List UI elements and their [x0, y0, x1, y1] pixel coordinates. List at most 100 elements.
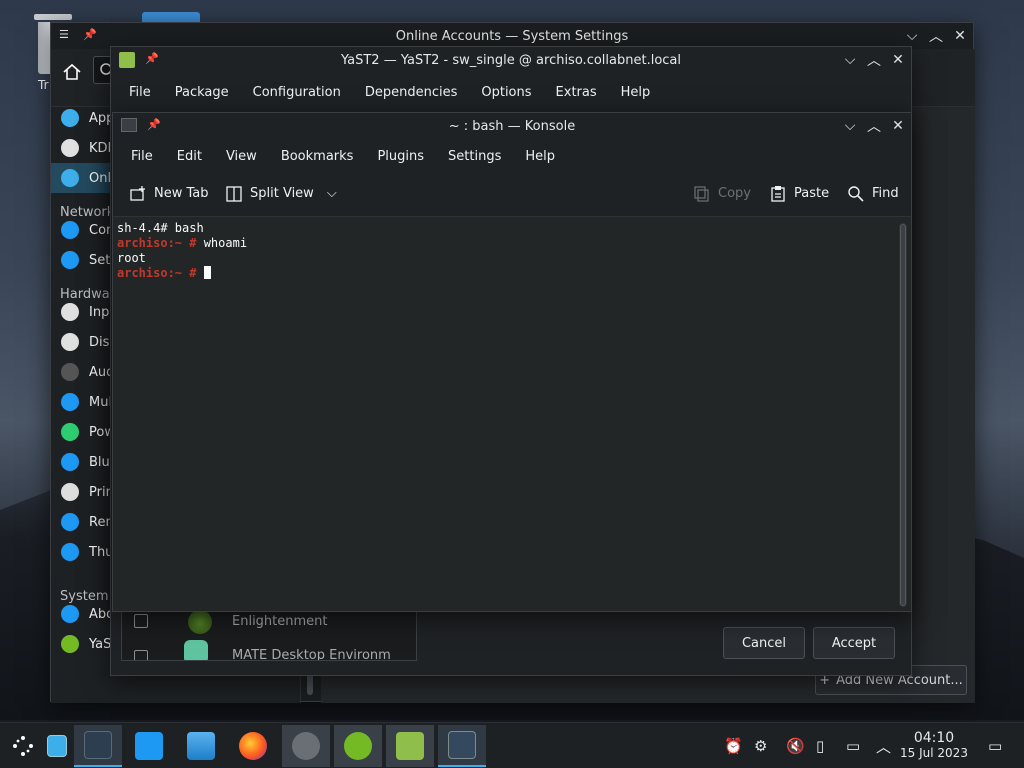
sidebar-section-header: Network: [60, 205, 115, 220]
pattern-checkbox[interactable]: [134, 614, 148, 628]
pin-icon[interactable]: 📌: [147, 118, 161, 132]
pattern-checkbox[interactable]: [134, 650, 148, 660]
new-tab-button[interactable]: New Tab: [129, 180, 209, 208]
menu-item[interactable]: Bookmarks: [269, 149, 366, 164]
copy-label: Copy: [718, 186, 751, 201]
task-yast-tool[interactable]: [282, 725, 330, 767]
terminal-line: sh-4.4# bash: [117, 221, 907, 236]
task-system-settings[interactable]: [74, 725, 122, 767]
cancel-button[interactable]: Cancel: [723, 627, 805, 659]
terminal-prompt: archiso:~ #: [117, 266, 197, 280]
maximize-button[interactable]: ︿: [867, 116, 881, 136]
yast-menubar: File Package Configuration Dependencies Opti…: [111, 77, 662, 107]
clock[interactable]: 04:10 15 Jul 2023: [896, 730, 972, 760]
display-icon[interactable]: ▭: [846, 735, 860, 757]
pin-icon[interactable]: 📌: [145, 52, 159, 66]
menu-item[interactable]: View: [214, 149, 269, 164]
new-tab-label: New Tab: [154, 186, 209, 201]
terminal-area[interactable]: sh-4.4# bash archiso:~ # whoami root archis…: [113, 217, 911, 611]
settings-title: Online Accounts — System Settings: [395, 28, 629, 44]
task-firefox[interactable]: [232, 725, 274, 767]
paste-button[interactable]: Paste: [769, 180, 829, 208]
minimize-button[interactable]: ⌵: [905, 28, 919, 44]
apps-icon: [61, 109, 79, 127]
thunderbolt-icon: [61, 543, 79, 561]
usb-icon[interactable]: ▯: [816, 735, 824, 757]
menu-item[interactable]: Extras: [544, 85, 609, 100]
task-dolphin[interactable]: [180, 725, 222, 767]
chevron-down-icon[interactable]: ⌵: [327, 186, 337, 201]
pattern-label: MATE Desktop Environm: [232, 648, 391, 661]
menu-item[interactable]: Dependencies: [353, 85, 470, 100]
mate-icon: [184, 640, 208, 660]
split-view-label: Split View: [250, 186, 314, 201]
close-button[interactable]: ✕: [953, 28, 967, 44]
task-konsole[interactable]: [438, 725, 486, 767]
sidebar-item-label: YaS: [89, 636, 112, 652]
multimedia-icon: [61, 393, 79, 411]
copy-button[interactable]: Copy: [693, 180, 751, 208]
task-yast-software[interactable]: [386, 725, 434, 767]
yast-titlebar[interactable]: 📌 YaST2 — YaST2 - sw_single @ archiso.co…: [111, 47, 911, 73]
close-button[interactable]: ✕: [891, 52, 905, 68]
menu-item[interactable]: File: [119, 149, 165, 164]
chevron-up-icon[interactable]: ︿: [876, 735, 891, 757]
menu-item[interactable]: Edit: [165, 149, 214, 164]
menu-item[interactable]: Configuration: [241, 85, 353, 100]
pattern-label: Enlightenment: [232, 614, 328, 629]
search-icon: [848, 185, 864, 202]
terminal-prompt: archiso:~ #: [117, 236, 197, 250]
menu-item[interactable]: Options: [469, 85, 543, 100]
task-yast[interactable]: [334, 725, 382, 767]
removable-icon: [61, 513, 79, 531]
sidebar-item-label: Mul: [89, 394, 113, 410]
konsole-app-icon: [121, 118, 137, 132]
maximize-button[interactable]: ︿: [867, 50, 881, 70]
terminal-line: root: [117, 251, 907, 266]
settings-app-icon: ☰: [59, 28, 69, 41]
accept-button[interactable]: Accept: [813, 627, 895, 659]
split-view-button[interactable]: Split View ⌵: [225, 180, 337, 208]
konsole-toolbar: New Tab Split View ⌵ Copy Paste Find: [113, 171, 911, 217]
yast-title: YaST2 — YaST2 - sw_single @ archiso.coll…: [341, 52, 681, 68]
menu-item[interactable]: Package: [163, 85, 241, 100]
show-desktop-icon[interactable]: [36, 725, 78, 767]
terminal-cursor: [203, 266, 211, 279]
volume-muted-icon[interactable]: 🔇: [786, 735, 805, 757]
konsole-title: ~ : bash — Konsole: [448, 118, 576, 134]
alarm-icon[interactable]: ⏰: [724, 735, 743, 757]
find-button[interactable]: Find: [847, 180, 899, 208]
terminal-line: archiso:~ # whoami: [117, 236, 907, 251]
peek-desktop-icon[interactable]: ▭: [988, 735, 1002, 757]
task-discover[interactable]: [128, 725, 170, 767]
menu-item[interactable]: Settings: [436, 149, 513, 164]
enlightenment-icon: [188, 610, 212, 634]
menu-item[interactable]: File: [117, 85, 163, 100]
copy-icon: [694, 185, 709, 202]
pin-icon[interactable]: 📌: [83, 28, 97, 42]
split-view-icon: [226, 185, 242, 202]
home-icon[interactable]: [61, 61, 83, 83]
power-icon: [61, 423, 79, 441]
maximize-button[interactable]: ︿: [929, 26, 943, 46]
network-icon[interactable]: ⚙: [754, 735, 767, 757]
menu-item[interactable]: Help: [513, 149, 567, 164]
speaker-icon: [61, 363, 79, 381]
sidebar-section-header: Hardwar: [60, 287, 116, 302]
menu-item[interactable]: Help: [609, 85, 663, 100]
terminal-scrollbar[interactable]: [899, 223, 907, 607]
konsole-titlebar[interactable]: 📌 ~ : bash — Konsole ⌵ ︿ ✕: [113, 113, 911, 139]
online-accounts-icon: [61, 169, 79, 187]
monitor-icon: [61, 333, 79, 351]
printer-icon: [61, 483, 79, 501]
menu-item[interactable]: Plugins: [365, 149, 436, 164]
minimize-button[interactable]: ⌵: [843, 118, 857, 134]
close-button[interactable]: ✕: [891, 118, 905, 134]
clock-date: 15 Jul 2023: [900, 746, 968, 760]
yast-app-icon: [119, 52, 135, 68]
yast-icon: [61, 635, 79, 653]
trash-label: Tr: [38, 78, 49, 92]
minimize-button[interactable]: ⌵: [843, 52, 857, 68]
globe-icon: [61, 221, 79, 239]
terminal-text: root: [117, 251, 146, 265]
